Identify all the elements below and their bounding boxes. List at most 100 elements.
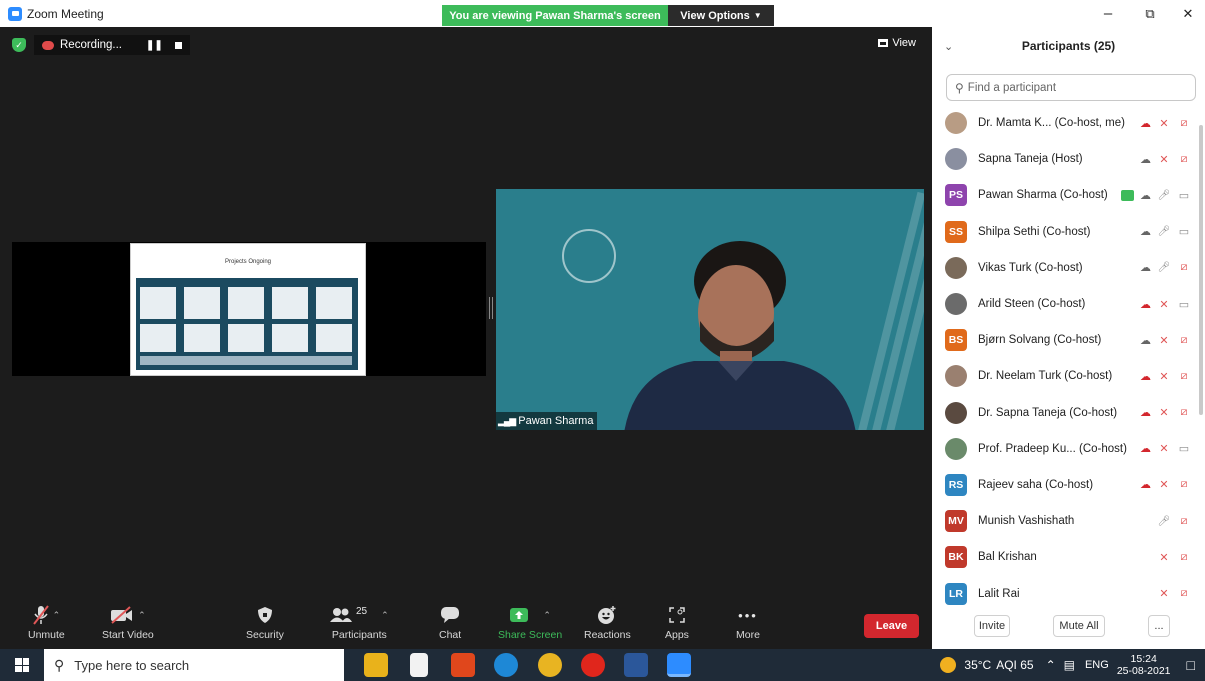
network-icon[interactable]: ▤ [1064, 658, 1075, 672]
view-layout-button[interactable]: View [878, 37, 916, 49]
start-video-button[interactable]: ⌃ Start Video [102, 603, 154, 641]
participant-status-icons: ☁ ✕ ⧄ [1139, 478, 1192, 491]
word-icon[interactable] [624, 653, 648, 677]
participant-avatar [945, 256, 967, 279]
participant-avatar: BS [945, 329, 967, 352]
cloud-recording-icon: ☁ [1140, 479, 1151, 492]
participant-row[interactable]: RS Rajeev saha (Co-host) ☁ ✕ ⧄ [932, 467, 1194, 503]
find-participant-input[interactable]: ⚲ Find a participant [946, 74, 1196, 101]
video-off-icon: ⧄ [1180, 514, 1188, 527]
more-button[interactable]: ••• More [736, 603, 760, 642]
mute-all-button[interactable]: Mute All [1053, 615, 1105, 637]
speaker-video [624, 241, 856, 430]
show-hidden-icons-icon[interactable]: ⌃ [1046, 658, 1056, 672]
participant-avatar [945, 437, 967, 460]
apps-button[interactable]: Apps [665, 603, 689, 641]
reactions-button[interactable]: Reactions [584, 603, 631, 641]
video-off-icon: ⧄ [1180, 152, 1188, 165]
opera-browser-icon[interactable] [581, 653, 605, 677]
participants-button[interactable]: 25 ⌃ Participants [330, 603, 389, 641]
participants-panel-title: Participants (25) [1021, 39, 1116, 53]
participant-row[interactable]: PS Pawan Sharma (Co-host) ☁ 🎤︎ ▭ [932, 177, 1194, 213]
more-options-button[interactable]: ... [1148, 615, 1170, 637]
start-button[interactable] [0, 649, 44, 681]
share-screen-button[interactable]: ⌃ Share Screen [498, 603, 562, 641]
participant-row[interactable]: Sapna Taneja (Host) ☁ ✕ ⧄ [932, 141, 1194, 177]
participants-options-caret[interactable]: ⌃ [381, 610, 389, 621]
security-button[interactable]: Security [246, 603, 284, 641]
recording-label: Recording... [60, 39, 123, 51]
participant-row[interactable]: Dr. Neelam Turk (Co-host) ☁ ✕ ⧄ [932, 358, 1194, 394]
view-options-button[interactable]: View Options ▼ [668, 5, 774, 26]
participant-row[interactable]: Vikas Turk (Co-host) ☁ 🎤︎ ⧄ [932, 250, 1194, 286]
mic-muted-icon: ✕ [1159, 479, 1169, 492]
mic-muted-icon: ✕ [1159, 298, 1169, 311]
chat-button[interactable]: Chat [439, 603, 461, 641]
notepad-icon[interactable] [410, 653, 428, 677]
invite-button[interactable]: Invite [974, 615, 1010, 637]
mic-muted-icon: ✕ [1159, 370, 1169, 383]
weather-icon[interactable] [940, 657, 957, 673]
video-options-caret[interactable]: ⌃ [138, 610, 146, 621]
speaker-name: Pawan Sharma [518, 415, 594, 427]
cloud-recording-icon: ☁ [1140, 226, 1151, 239]
reactions-label: Reactions [584, 629, 631, 641]
speaker-video-tile[interactable]: ▂▄▆ Pawan Sharma [496, 189, 924, 430]
mic-muted-icon: ✕ [1159, 334, 1169, 347]
participant-avatar [945, 293, 967, 316]
participant-row[interactable]: Prof. Pradeep Ku... (Co-host) ☁ ✕ ▭ [932, 431, 1194, 467]
edge-browser-icon[interactable] [494, 653, 518, 677]
office-icon[interactable] [451, 653, 475, 677]
cloud-recording-icon: ☁ [1140, 334, 1151, 347]
participant-row[interactable]: Dr. Sapna Taneja (Co-host) ☁ ✕ ⧄ [932, 395, 1194, 431]
taskbar-search-placeholder: Type here to search [74, 657, 190, 673]
participant-row[interactable]: BS Bjørn Solvang (Co-host) ☁ ✕ ⧄ [932, 322, 1194, 358]
cloud-recording-icon: ☁ [1140, 298, 1151, 311]
share-options-caret[interactable]: ⌃ [543, 610, 551, 621]
leave-button[interactable]: Leave [864, 614, 919, 638]
chrome-browser-icon[interactable] [538, 653, 562, 677]
notifications-icon[interactable]: □ [1187, 657, 1195, 673]
participant-row[interactable]: BK Bal Krishan ✕ ⧄ [932, 539, 1194, 575]
participant-row[interactable]: LR Lalit Rai ✕ ⧄ [932, 575, 1194, 611]
aqi-value[interactable]: AQI 65 [996, 658, 1033, 672]
recording-indicator: Recording... ❚❚ [34, 35, 190, 55]
unmute-button[interactable]: ⌃ Unmute [28, 603, 65, 641]
window-title: Zoom Meeting [27, 6, 104, 21]
restore-button[interactable]: ⧉ [1130, 4, 1170, 24]
chevron-down-icon: ▼ [753, 11, 762, 20]
participant-row[interactable]: MV Munish Vashishath 🎤︎ ⧄ [932, 503, 1194, 539]
pause-recording-icon[interactable]: ❚❚ [146, 40, 163, 51]
participant-row[interactable]: Arild Steen (Co-host) ☁ ✕ ▭ [932, 286, 1194, 322]
participant-row[interactable]: SS Shilpa Sethi (Co-host) ☁ 🎤︎ ▭ [932, 214, 1194, 250]
participant-avatar: PS [945, 184, 967, 207]
participant-status-icons: ✕ ⧄ [1157, 551, 1192, 564]
participants-scrollbar[interactable] [1199, 125, 1203, 415]
file-explorer-icon[interactable] [364, 653, 388, 677]
participant-status-icons: 🎤︎ ⧄ [1157, 515, 1192, 528]
stop-recording-icon[interactable] [174, 41, 182, 49]
zoom-taskbar-icon[interactable] [667, 653, 691, 677]
audio-options-caret[interactable]: ⌃ [53, 610, 61, 621]
sharing-screen-icon [1121, 189, 1134, 201]
mic-muted-icon: ✕ [1159, 551, 1169, 564]
windows-taskbar: ⚲ Type here to search 35°C AQI 65 ⌃ ▤ EN… [0, 649, 1205, 681]
participants-icon [330, 608, 352, 622]
minimize-button[interactable]: – [1088, 4, 1128, 24]
temperature[interactable]: 35°C [964, 658, 991, 672]
language-indicator[interactable]: ENG [1085, 659, 1109, 671]
taskbar-search-box[interactable]: ⚲ Type here to search [44, 649, 344, 681]
clock[interactable]: 15:24 25-08-2021 [1117, 653, 1171, 677]
close-button[interactable]: ✕ [1168, 4, 1205, 24]
encryption-shield-icon[interactable]: ✓ [12, 38, 26, 52]
shared-slide: Projects Ongoing [130, 243, 366, 376]
share-screen-label: Share Screen [498, 629, 563, 641]
collapse-chevron-icon[interactable]: ⌄ [944, 40, 953, 53]
participant-avatar: BK [945, 546, 967, 569]
participant-row[interactable]: Dr. Mamta K... (Co-host, me) ☁ ✕ ⧄ [932, 105, 1194, 141]
split-divider-handle[interactable] [489, 297, 493, 319]
speaker-name-tag: ▂▄▆ Pawan Sharma [496, 412, 598, 430]
grid-view-icon [878, 39, 889, 47]
cloud-recording-icon: ☁ [1140, 443, 1151, 456]
mic-muted-icon [32, 605, 49, 625]
